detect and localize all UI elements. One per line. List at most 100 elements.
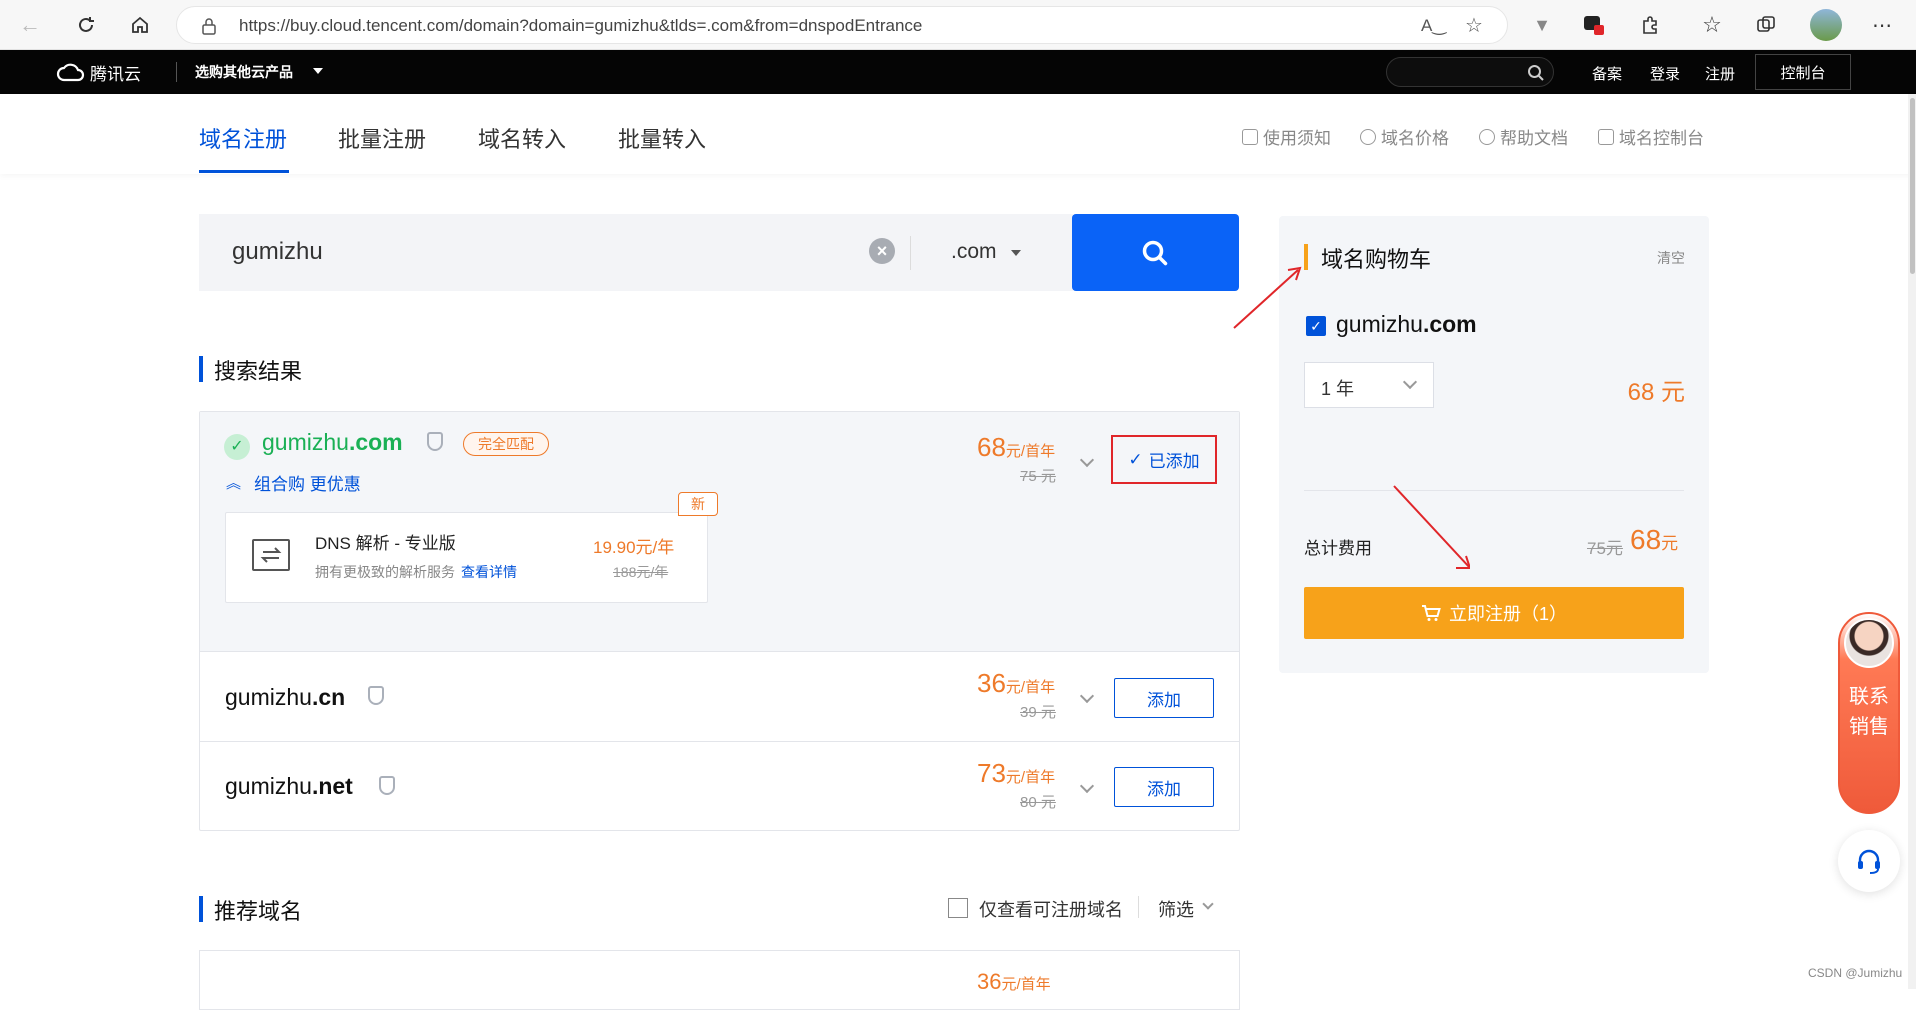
result-price-value: 73 <box>977 758 1006 788</box>
top-search-input[interactable] <box>1386 57 1554 87</box>
add-button[interactable]: 添加 <box>1114 678 1214 718</box>
domain-cart: 域名购物车 清空 ✓ gumizhu.com 1 年 68 元 总计费用 75元… <box>1279 216 1709 673</box>
total-price-value: 68 <box>1630 524 1662 555</box>
domain-price-link[interactable]: 域名价格 <box>1360 124 1449 149</box>
login-link[interactable]: 登录 <box>1650 63 1680 84</box>
address-bar[interactable]: https://buy.cloud.tencent.com/domain?dom… <box>176 6 1508 44</box>
collections-icon[interactable] <box>1750 9 1782 41</box>
add-button[interactable]: 添加 <box>1114 767 1214 807</box>
grid-icon <box>1598 128 1614 145</box>
tld-select[interactable]: .com <box>951 240 997 264</box>
beian-link[interactable]: 备案 <box>1592 63 1622 84</box>
caret-down-icon[interactable] <box>313 68 323 74</box>
period-value: 1 年 <box>1321 379 1355 399</box>
help-docs-link[interactable]: 帮助文档 <box>1479 124 1568 149</box>
back-icon[interactable]: ← <box>14 9 46 41</box>
scrollbar-thumb[interactable] <box>1910 98 1915 274</box>
recommend-price-unit: 元/首年 <box>1001 976 1051 993</box>
domain-search-input[interactable]: gumizhu <box>232 238 323 266</box>
extension-badge-icon[interactable] <box>1578 9 1610 41</box>
extension-v-icon[interactable]: ▼ <box>1526 9 1558 41</box>
domain-tab-nav: 域名注册 批量注册 域名转入 批量转入 使用须知 域名价格 帮助文档 域名控制台 <box>0 94 1916 174</box>
dns-addon-card[interactable]: DNS 解析 - 专业版 拥有更极致的解析服务 查看详情 19.90元/年 188… <box>225 512 708 603</box>
active-tab-indicator <box>199 170 289 173</box>
shield-icon <box>427 432 443 451</box>
domain-search-box: gumizhu × .com <box>199 214 1073 291</box>
chevron-down-icon[interactable] <box>1079 688 1095 704</box>
added-button[interactable]: ✓ 已添加 <box>1111 435 1217 484</box>
contact-sales-label: 联系销售 <box>1849 686 1889 738</box>
search-icon[interactable] <box>1527 64 1545 82</box>
url-text[interactable]: https://buy.cloud.tencent.com/domain?dom… <box>239 16 922 36</box>
primary-domain: gumizhu.com <box>262 429 403 456</box>
favorite-star-icon[interactable]: ☆ <box>1465 13 1483 38</box>
domain-console-link[interactable]: 域名控制台 <box>1598 124 1704 149</box>
clear-input-icon[interactable]: × <box>869 238 895 264</box>
results-card: ✓ gumizhu.com 完全匹配 ︽ 组合购 更优惠 68元/首年 75 元… <box>199 411 1240 831</box>
chevron-down-icon[interactable] <box>1202 898 1214 910</box>
tab-batch-register[interactable]: 批量注册 <box>338 122 426 154</box>
extensions-puzzle-icon[interactable] <box>1634 9 1666 41</box>
result-row: gumizhu.net 73元/首年 80 元 添加 <box>200 743 1239 831</box>
usage-notice-link[interactable]: 使用须知 <box>1242 124 1331 149</box>
primary-price-value: 68 <box>977 432 1006 462</box>
chevron-down-icon[interactable] <box>1079 778 1095 794</box>
added-label: 已添加 <box>1148 452 1200 471</box>
register-link[interactable]: 注册 <box>1705 63 1735 84</box>
annotation-arrow <box>1393 485 1470 569</box>
tab-batch-transfer[interactable]: 批量转入 <box>618 122 706 154</box>
tab-domain-register[interactable]: 域名注册 <box>199 122 287 154</box>
result-price: 73元/首年 <box>977 758 1055 789</box>
shield-icon <box>368 686 384 705</box>
help-docs-label: 帮助文档 <box>1500 129 1568 148</box>
combo-offer-link[interactable]: 组合购 更优惠 <box>254 470 361 495</box>
view-details-link[interactable]: 查看详情 <box>461 564 517 580</box>
result-price-value: 36 <box>977 668 1006 698</box>
tencent-cloud-logo[interactable]: 腾讯云 <box>56 60 141 85</box>
sales-avatar <box>1844 618 1894 668</box>
usage-notice-label: 使用须知 <box>1263 129 1331 148</box>
watermark: CSDN @Jumizhu <box>1808 966 1903 980</box>
logo-text: 腾讯云 <box>90 65 141 84</box>
cart-item-price: 68 元 <box>1627 379 1685 406</box>
contact-sales-float[interactable]: 联系销售 <box>1838 612 1900 814</box>
register-now-button[interactable]: 立即注册（1） <box>1304 587 1684 639</box>
domain-price-label: 域名价格 <box>1381 129 1449 148</box>
dns-addon-title: DNS 解析 - 专业版 <box>315 534 456 553</box>
check-icon: ✓ <box>1128 449 1143 469</box>
double-chevron-up-icon[interactable]: ︽ <box>226 472 241 493</box>
primary-price-unit: 元/首年 <box>1005 443 1056 460</box>
primary-orig-price: 75 元 <box>1020 468 1056 485</box>
available-check-icon: ✓ <box>224 434 250 460</box>
result-orig-price: 80 元 <box>1020 794 1056 811</box>
dns-addon-orig-price: 188元/年 <box>613 564 669 580</box>
dns-addon-desc-text: 拥有更极致的解析服务 <box>315 564 455 580</box>
customer-service-float[interactable] <box>1838 830 1900 892</box>
available-only-checkbox[interactable] <box>948 898 968 918</box>
other-products-menu[interactable]: 选购其他云产品 <box>195 62 293 82</box>
favorites-icon[interactable]: ☆ <box>1696 9 1728 41</box>
search-button[interactable] <box>1072 214 1239 291</box>
tab-domain-transfer[interactable]: 域名转入 <box>478 122 566 154</box>
primary-domain-name: gumizhu <box>262 429 349 455</box>
chevron-down-icon[interactable] <box>1079 452 1095 468</box>
register-now-label: 立即注册（1） <box>1448 604 1567 624</box>
domain-console-label: 域名控制台 <box>1619 129 1704 148</box>
cart-clear-link[interactable]: 清空 <box>1657 248 1685 268</box>
annotation-arrow <box>1233 266 1302 329</box>
result-domain-name: gumizhu <box>225 773 312 799</box>
new-badge: 新 <box>678 492 718 516</box>
filter-dropdown[interactable]: 筛选 <box>1158 896 1194 922</box>
profile-avatar[interactable] <box>1810 9 1842 41</box>
available-only-label[interactable]: 仅查看可注册域名 <box>979 896 1123 922</box>
caret-down-icon[interactable] <box>1011 250 1021 256</box>
total-price-unit: 元 <box>1661 534 1679 553</box>
recommend-price-value: 36 <box>977 969 1002 994</box>
shield-icon <box>379 776 395 795</box>
period-select[interactable]: 1 年 <box>1304 362 1434 408</box>
reload-icon[interactable] <box>70 9 102 41</box>
home-icon[interactable] <box>124 9 156 41</box>
console-button[interactable]: 控制台 <box>1755 54 1851 90</box>
read-aloud-icon[interactable]: A‿ <box>1421 16 1446 36</box>
more-menu-icon[interactable]: ⋯ <box>1866 9 1898 41</box>
